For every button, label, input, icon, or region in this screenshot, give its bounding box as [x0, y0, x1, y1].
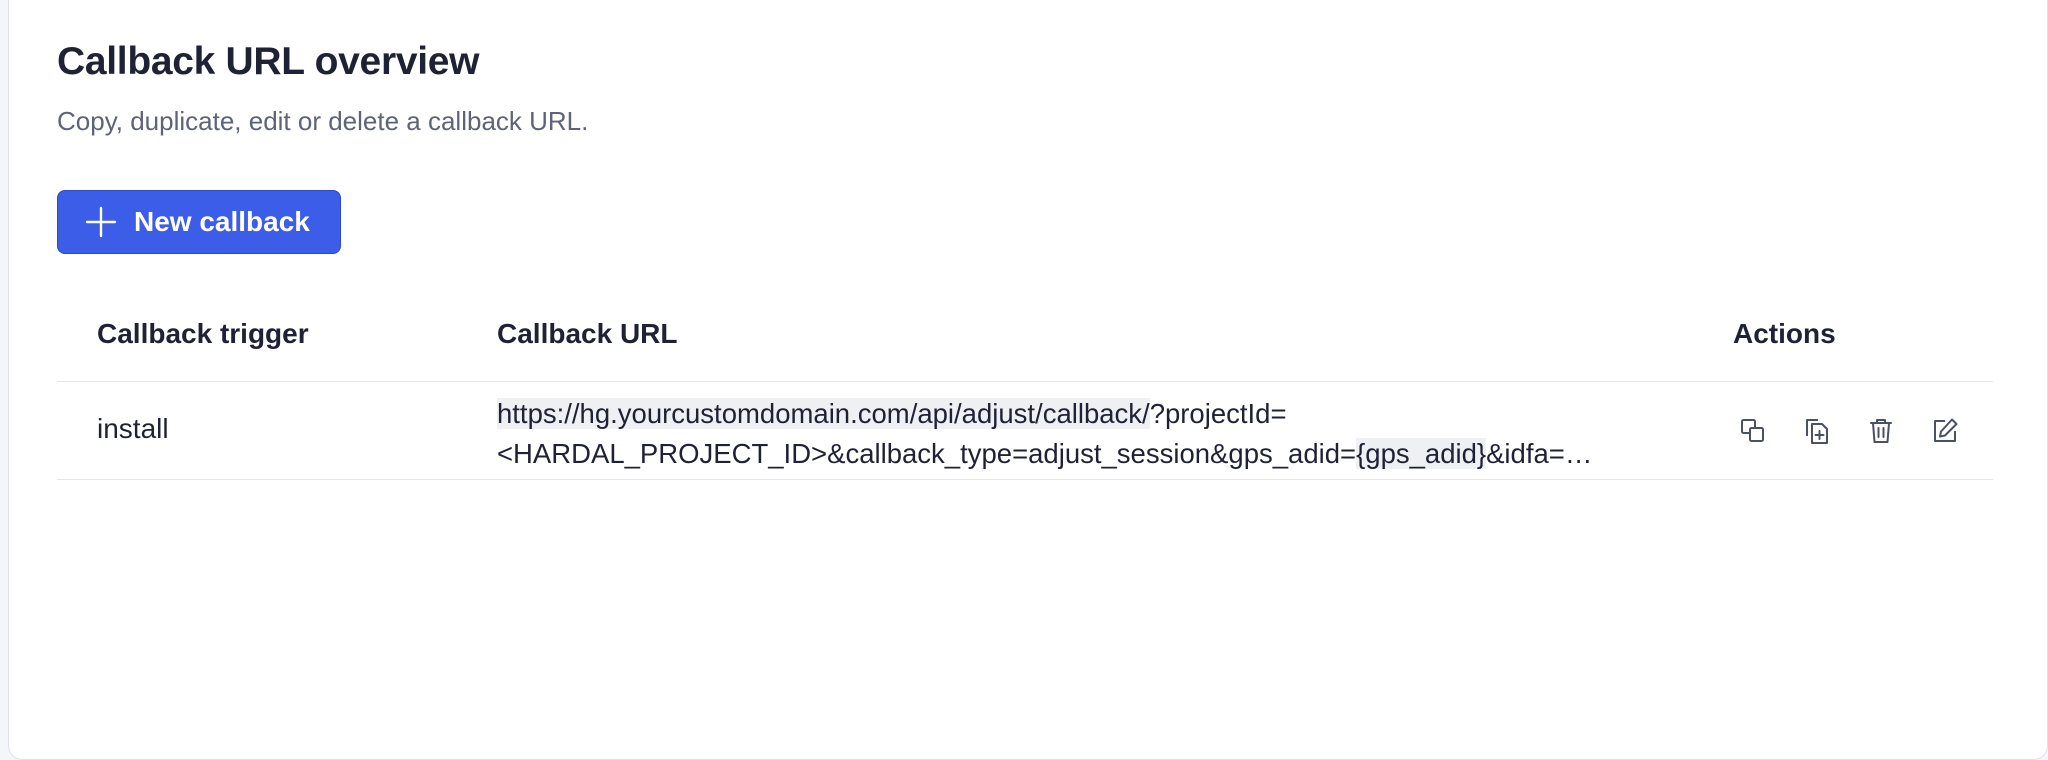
callback-trigger: install	[97, 413, 169, 444]
url-macro-highlight: {gps_adid}	[1356, 438, 1487, 469]
callback-table: Callback trigger Callback URL Actions in…	[57, 288, 1993, 480]
url-base-highlight: https://hg.yourcustomdomain.com/api/adju…	[497, 398, 1150, 429]
table-row: install https://hg.yourcustomdomain.com/…	[57, 382, 1993, 480]
url-params-tail: &idfa=…	[1486, 438, 1593, 469]
edit-button[interactable]	[1925, 411, 1965, 451]
column-header-url: Callback URL	[497, 318, 678, 349]
duplicate-icon	[1806, 419, 1828, 444]
callback-url: https://hg.yourcustomdomain.com/api/adju…	[497, 394, 1677, 474]
copy-icon	[1741, 419, 1764, 442]
trash-icon	[1870, 419, 1892, 443]
column-header-trigger: Callback trigger	[97, 318, 309, 349]
callback-overview-card: Callback URL overview Copy, duplicate, e…	[8, 0, 2048, 760]
page-title: Callback URL overview	[57, 40, 480, 83]
edit-icon	[1934, 418, 1958, 442]
delete-button[interactable]	[1861, 411, 1901, 451]
copy-button[interactable]	[1733, 411, 1773, 451]
new-callback-label: New callback	[134, 206, 310, 237]
row-actions	[1733, 382, 1989, 480]
plus-icon	[84, 205, 118, 239]
duplicate-button[interactable]	[1797, 411, 1837, 451]
url-query-part: ?projectId=	[1149, 398, 1287, 429]
page-subtitle: Copy, duplicate, edit or delete a callba…	[57, 106, 589, 136]
new-callback-button[interactable]: New callback	[57, 190, 341, 254]
table-header: Callback trigger Callback URL Actions	[57, 288, 1993, 382]
column-header-actions: Actions	[1733, 318, 1836, 349]
url-params-part: <HARDAL_PROJECT_ID>&callback_type=adjust…	[497, 438, 1357, 469]
